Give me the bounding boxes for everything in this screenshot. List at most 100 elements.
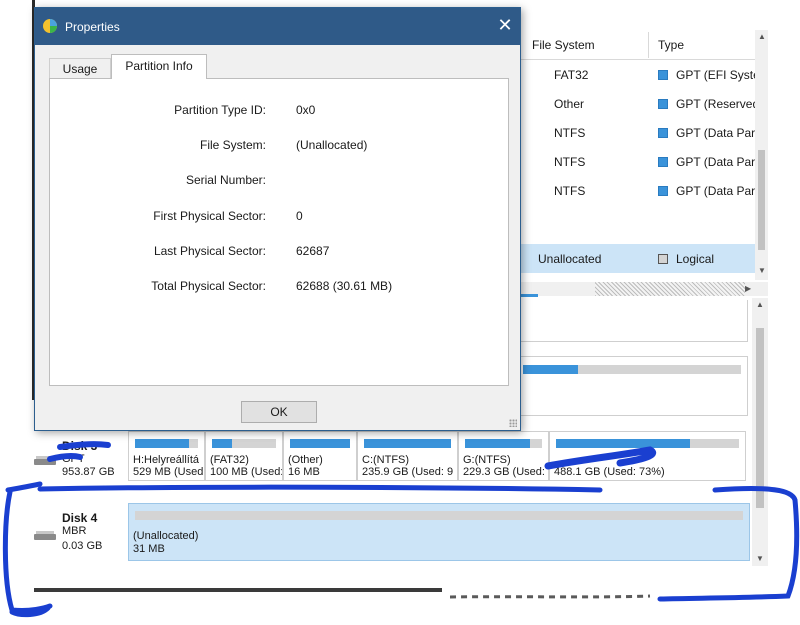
partition-size: 235.9 GB (Used: 9 — [362, 466, 454, 478]
usage-bar — [364, 439, 451, 448]
partition-block[interactable]: G:(NTFS) 229.3 GB (Used: — [458, 431, 549, 481]
partition-label: (Unallocated) — [133, 530, 199, 542]
partition-block[interactable]: H:Helyreállítá 529 MB (Used: — [128, 431, 205, 481]
table-row[interactable]: NTFS GPT (Data Parti — [520, 147, 755, 176]
scroll-down-icon[interactable]: ▼ — [756, 554, 764, 563]
dialog-title: Properties — [65, 20, 120, 34]
close-icon[interactable]: ✕ — [490, 8, 520, 45]
tab-partition-info[interactable]: Partition Info — [111, 54, 207, 79]
usage-bar-fill — [290, 439, 350, 448]
usage-bar — [212, 439, 276, 448]
partition-block[interactable] — [520, 300, 748, 342]
partition-info-pane: Partition Type ID: 0x0 File System: (Una… — [49, 78, 509, 386]
disk-map-scrollbar[interactable]: ▲ ▼ — [752, 298, 768, 566]
hard-drive-icon — [34, 531, 56, 541]
status-divider — [34, 588, 442, 592]
scribble-mark — [449, 594, 651, 599]
row-file-system: FAT32 — [554, 68, 589, 82]
usage-bar-fill — [135, 439, 189, 448]
last-physical-sector-value: 62687 — [296, 244, 330, 258]
disk-3-row: Disk 3 GPT 953.87 GB H:Helyreállítá 529 … — [34, 431, 752, 483]
row-type: GPT (EFI System — [658, 68, 755, 82]
disk-4-row: Disk 4 MBR 0.03 GB (Unallocated) 31 MB — [34, 503, 752, 561]
partition-color-icon — [658, 128, 668, 138]
table-row[interactable]: Other GPT (Reserved — [520, 89, 755, 118]
scrollbar-thumb[interactable] — [756, 328, 764, 508]
usage-bar — [465, 439, 542, 448]
row-file-system: NTFS — [554, 126, 586, 140]
serial-number-label: Serial Number: — [185, 173, 266, 187]
ok-button[interactable]: OK — [241, 401, 317, 423]
row-type: GPT (Data Parti — [658, 126, 755, 140]
partition-label: G:(NTFS) — [463, 454, 511, 466]
partition-color-icon — [658, 157, 668, 167]
partition-block[interactable]: 488.1 GB (Used: 73%) — [549, 431, 746, 481]
total-physical-sector-value: 62688 (30.61 MB) — [296, 279, 393, 293]
scrollbar-thumb[interactable] — [595, 282, 745, 296]
usage-bar — [556, 439, 739, 448]
row-file-system: Other — [554, 97, 585, 111]
hard-drive-icon — [34, 456, 56, 466]
left-margin — [0, 0, 34, 625]
last-physical-sector-label: Last Physical Sector: — [153, 244, 266, 258]
scroll-up-icon[interactable]: ▲ — [758, 32, 766, 41]
row-file-system: NTFS — [554, 155, 586, 169]
partition-table-header: File System Type — [520, 30, 768, 60]
disk-size: 953.87 GB — [62, 466, 115, 478]
partition-size: 488.1 GB (Used: 73%) — [554, 466, 665, 478]
partition-color-icon — [658, 70, 668, 80]
table-row[interactable]: NTFS GPT (Data Parti — [520, 118, 755, 147]
disk-name: Disk 4 — [62, 511, 98, 525]
row-type: GPT (Data Parti — [658, 155, 755, 169]
partition-block[interactable]: (Other) 16 MB — [283, 431, 357, 481]
row-type: GPT (Data Parti — [658, 184, 755, 198]
usage-bar — [290, 439, 350, 448]
partition-label: H:Helyreállítá — [133, 454, 200, 466]
partition-label: (FAT32) — [210, 454, 249, 466]
table-row-selected[interactable]: Unallocated Logical — [520, 244, 755, 273]
scrollbar-thumb[interactable] — [758, 150, 765, 250]
partition-label: (Other) — [288, 454, 323, 466]
resize-grip-icon[interactable] — [509, 419, 517, 427]
table-row[interactable]: FAT32 GPT (EFI System — [520, 60, 755, 89]
properties-dialog: Properties ✕ Usage Partition Info Partit… — [34, 7, 521, 431]
partition-block[interactable] — [520, 356, 748, 416]
table-horizontal-scrollbar[interactable]: ▶ — [520, 282, 768, 297]
total-physical-sector-label: Total Physical Sector: — [151, 279, 266, 293]
partition-type-id-label: Partition Type ID: — [174, 103, 266, 117]
scroll-indicator — [520, 294, 538, 297]
partition-block[interactable]: (FAT32) 100 MB (Used: — [205, 431, 283, 481]
column-header-file-system[interactable]: File System — [532, 38, 595, 52]
disk-name: Disk 3 — [62, 439, 98, 453]
unallocated-partition-block[interactable]: (Unallocated) 31 MB — [128, 503, 750, 561]
table-vertical-scrollbar[interactable]: ▲ ▼ — [755, 30, 768, 280]
scroll-right-icon[interactable]: ▶ — [745, 284, 751, 293]
usage-bar-fill — [556, 439, 690, 448]
usage-bar-fill — [364, 439, 451, 448]
usage-bar — [135, 511, 743, 520]
partition-block[interactable]: C:(NTFS) 235.9 GB (Used: 9 — [357, 431, 458, 481]
table-row[interactable]: NTFS GPT (Data Parti — [520, 176, 755, 205]
file-system-label: File System: — [199, 138, 266, 152]
first-physical-sector-label: First Physical Sector: — [153, 209, 266, 223]
partition-color-icon — [658, 254, 668, 264]
tab-usage[interactable]: Usage — [49, 58, 111, 78]
partition-label: C:(NTFS) — [362, 454, 410, 466]
scroll-down-icon[interactable]: ▼ — [758, 266, 766, 275]
column-divider[interactable] — [648, 32, 649, 58]
partition-size: 529 MB (Used: — [133, 466, 205, 478]
usage-bar — [523, 365, 741, 374]
dialog-titlebar[interactable]: Properties ✕ — [35, 8, 520, 45]
row-type: Logical — [658, 252, 755, 266]
partition-size: 31 MB — [133, 543, 165, 555]
row-file-system: NTFS — [554, 184, 586, 198]
partition-color-icon — [658, 99, 668, 109]
scroll-up-icon[interactable]: ▲ — [756, 300, 764, 309]
row-type: GPT (Reserved — [658, 97, 755, 111]
partition-size: 229.3 GB (Used: — [463, 466, 545, 478]
disk-style: MBR — [62, 525, 87, 537]
file-system-value: (Unallocated) — [296, 138, 368, 152]
usage-bar-fill — [523, 365, 578, 374]
usage-bar-fill — [465, 439, 531, 448]
column-header-type[interactable]: Type — [658, 38, 684, 52]
